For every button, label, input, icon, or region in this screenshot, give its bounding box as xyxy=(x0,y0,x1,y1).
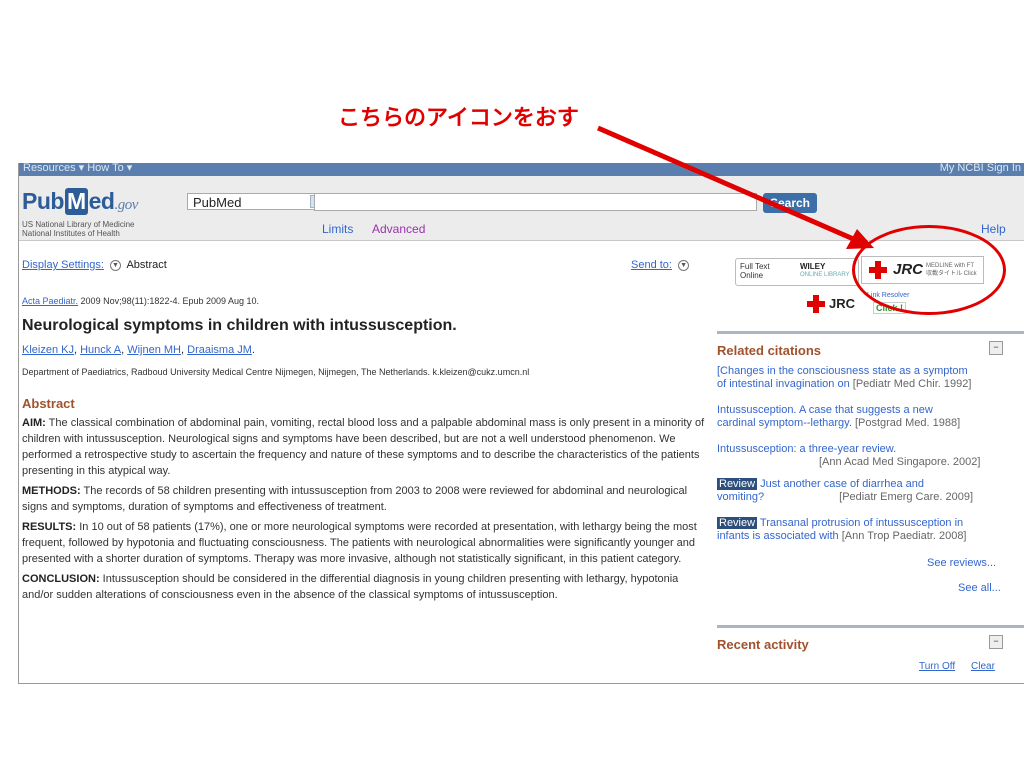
abstract-aim: AIM: The classical combination of abdomi… xyxy=(22,415,708,479)
jrc-resolver-logo-text: JRC xyxy=(829,296,856,311)
logo-ed: ed xyxy=(88,188,115,214)
related-journal: [Ann Acad Med Singapore. 2002] xyxy=(819,456,981,468)
my-ncbi-link[interactable]: My NCBI Sign In xyxy=(940,163,1021,175)
display-settings-link[interactable]: Display Settings: xyxy=(22,259,104,271)
limits-link[interactable]: Limits xyxy=(322,222,353,236)
ncbi-top-bar: Resources ▾ How To ▾ My NCBI Sign In xyxy=(19,163,1024,176)
author-link[interactable]: Draaisma JM xyxy=(187,344,252,356)
journal-link[interactable]: Acta Paediatr. xyxy=(22,296,78,306)
pubmed-logo[interactable]: Pub Med.gov xyxy=(22,188,138,215)
results-text: In 10 out of 58 patients (17%), one or m… xyxy=(22,521,697,565)
wiley-sub: ONLINE LIBRARY xyxy=(800,272,850,278)
review-badge: Review xyxy=(717,478,758,490)
related-title-2: cardinal symptom--lethargy. xyxy=(717,417,855,429)
article-title: Neurological symptoms in children with i… xyxy=(22,317,457,334)
author-link[interactable]: Hunck A xyxy=(80,344,121,356)
author-list: Kleizen KJ, Hunck A, Wijnen MH, Draaisma… xyxy=(22,344,255,356)
related-journal: [Pediatr Emerg Care. 2009] xyxy=(839,491,974,503)
related-title-1: Just another case of diarrhea and xyxy=(757,478,925,490)
abstract-body: AIM: The classical combination of abdomi… xyxy=(22,415,708,607)
chevron-down-icon[interactable]: ▼ xyxy=(110,259,121,271)
nlm-caption: US National Library of Medicine National… xyxy=(22,220,135,238)
related-title-2: infants is associated with xyxy=(717,530,842,542)
aim-label: AIM: xyxy=(22,417,46,429)
send-to-link[interactable]: Send to: xyxy=(631,259,672,271)
abstract-conclusion: CONCLUSION: Intussusception should be co… xyxy=(22,571,708,603)
database-select[interactable]: PubMed ▼ xyxy=(187,193,325,210)
related-title-1: Transanal protrusion of intussusception … xyxy=(757,517,964,529)
related-title-1: Intussusception: a three-year review. xyxy=(717,443,897,455)
red-cross-icon xyxy=(807,295,825,313)
abstract-methods: METHODS: The records of 58 children pres… xyxy=(22,483,708,515)
related-title-1-row: Review Just another case of diarrhea and xyxy=(717,478,1017,491)
fulltext-line-2: Online xyxy=(740,271,764,280)
advanced-link[interactable]: Advanced xyxy=(372,222,425,236)
related-title-line2: cardinal symptom--lethargy. [Postgrad Me… xyxy=(717,417,1017,430)
citation-line: Acta Paediatr. 2009 Nov;98(11):1822-4. E… xyxy=(22,296,259,306)
aim-text: The classical combination of abdominal p… xyxy=(22,417,705,477)
pubmed-header: Pub Med.gov US National Library of Medici… xyxy=(19,176,1024,241)
logo-gov: .gov xyxy=(114,197,138,213)
related-divider xyxy=(717,331,1024,334)
nlm-line-2: National Institutes of Health xyxy=(22,229,120,238)
related-item[interactable]: Review Just another case of diarrhea and… xyxy=(717,478,1017,504)
related-journal: [Ann Trop Paediatr. 2008] xyxy=(841,530,967,542)
see-reviews-link[interactable]: See reviews... xyxy=(927,557,996,569)
related-title-1: [Changes in the consciousness state as a… xyxy=(717,365,968,377)
fulltext-line-1: Full Text xyxy=(740,262,770,271)
related-title-1-row: Review Transanal protrusion of intussusc… xyxy=(717,517,1017,530)
related-citations-heading: Related citations xyxy=(717,343,822,358)
related-title-line2: of intestinal invagination on [Pediatr M… xyxy=(717,378,1017,391)
author-link[interactable]: Wijnen MH xyxy=(127,344,181,356)
logo-m: M xyxy=(64,188,88,215)
abstract-heading: Abstract xyxy=(22,396,75,411)
recent-activity-heading: Recent activity xyxy=(717,637,809,652)
search-input[interactable] xyxy=(314,193,757,211)
help-link[interactable]: Help xyxy=(981,222,1006,236)
related-title-2: vomiting? xyxy=(717,491,768,503)
display-settings: Display Settings: ▼ Abstract xyxy=(22,259,167,271)
related-item[interactable]: Review Transanal protrusion of intussusc… xyxy=(717,517,1017,543)
fulltext-label: Full Text Online xyxy=(740,262,770,280)
recent-divider xyxy=(717,625,1024,628)
related-journal: [Pediatr Med Chir. 1992] xyxy=(852,378,972,390)
abstract-results: RESULTS: In 10 out of 58 patients (17%),… xyxy=(22,519,708,567)
database-select-value: PubMed xyxy=(193,195,242,210)
related-title-2: of intestinal invagination on xyxy=(717,378,853,390)
related-item[interactable]: Intussusception. A case that suggests a … xyxy=(717,404,1017,430)
methods-label: METHODS: xyxy=(22,485,81,497)
wiley-name: WILEY xyxy=(800,262,826,271)
related-title-1: Intussusception. A case that suggests a … xyxy=(717,404,933,416)
results-label: RESULTS: xyxy=(22,521,77,533)
collapse-icon[interactable]: − xyxy=(989,635,1003,649)
collapse-icon[interactable]: − xyxy=(989,341,1003,355)
methods-text: The records of 58 children presenting wi… xyxy=(22,485,688,513)
author-link[interactable]: Kleizen KJ xyxy=(22,344,74,356)
highlight-ellipse xyxy=(852,225,1006,315)
see-all-link[interactable]: See all... xyxy=(958,582,1001,594)
ncbi-resources-menu[interactable]: Resources ▾ How To ▾ xyxy=(23,163,132,175)
conclusion-text: Intussusception should be considered in … xyxy=(22,573,679,601)
citation-details: 2009 Nov;98(11):1822-4. Epub 2009 Aug 10… xyxy=(78,296,260,306)
nlm-line-1: US National Library of Medicine xyxy=(22,220,135,229)
conclusion-label: CONCLUSION: xyxy=(22,573,100,585)
related-item[interactable]: [Changes in the consciousness state as a… xyxy=(717,365,1017,391)
wiley-fulltext-button[interactable]: Full Text Online WILEY ONLINE LIBRARY xyxy=(735,258,859,286)
related-title-line2: vomiting? [Pediatr Emerg Care. 2009] xyxy=(717,491,1017,504)
related-title-line2: infants is associated with [Ann Trop Pae… xyxy=(717,530,1017,543)
turn-off-link[interactable]: Turn Off xyxy=(919,661,955,672)
wiley-logo: WILEY ONLINE LIBRARY xyxy=(800,262,850,280)
display-mode: Abstract xyxy=(126,259,167,271)
instruction-callout: こちらのアイコンをおす xyxy=(338,105,579,130)
affiliation: Department of Paediatrics, Radboud Unive… xyxy=(22,367,530,377)
search-button[interactable]: Search xyxy=(763,193,817,213)
logo-pub: Pub xyxy=(22,188,64,214)
related-item[interactable]: Intussusception: a three-year review. [An… xyxy=(717,443,1017,469)
chevron-down-icon[interactable]: ▼ xyxy=(678,259,690,271)
review-badge: Review xyxy=(717,517,758,529)
send-to: Send to: ▼ xyxy=(631,259,692,271)
related-title-line2: [Ann Acad Med Singapore. 2002] xyxy=(717,456,1017,469)
related-journal: [Postgrad Med. 1988] xyxy=(854,417,961,429)
clear-link[interactable]: Clear xyxy=(971,661,995,672)
